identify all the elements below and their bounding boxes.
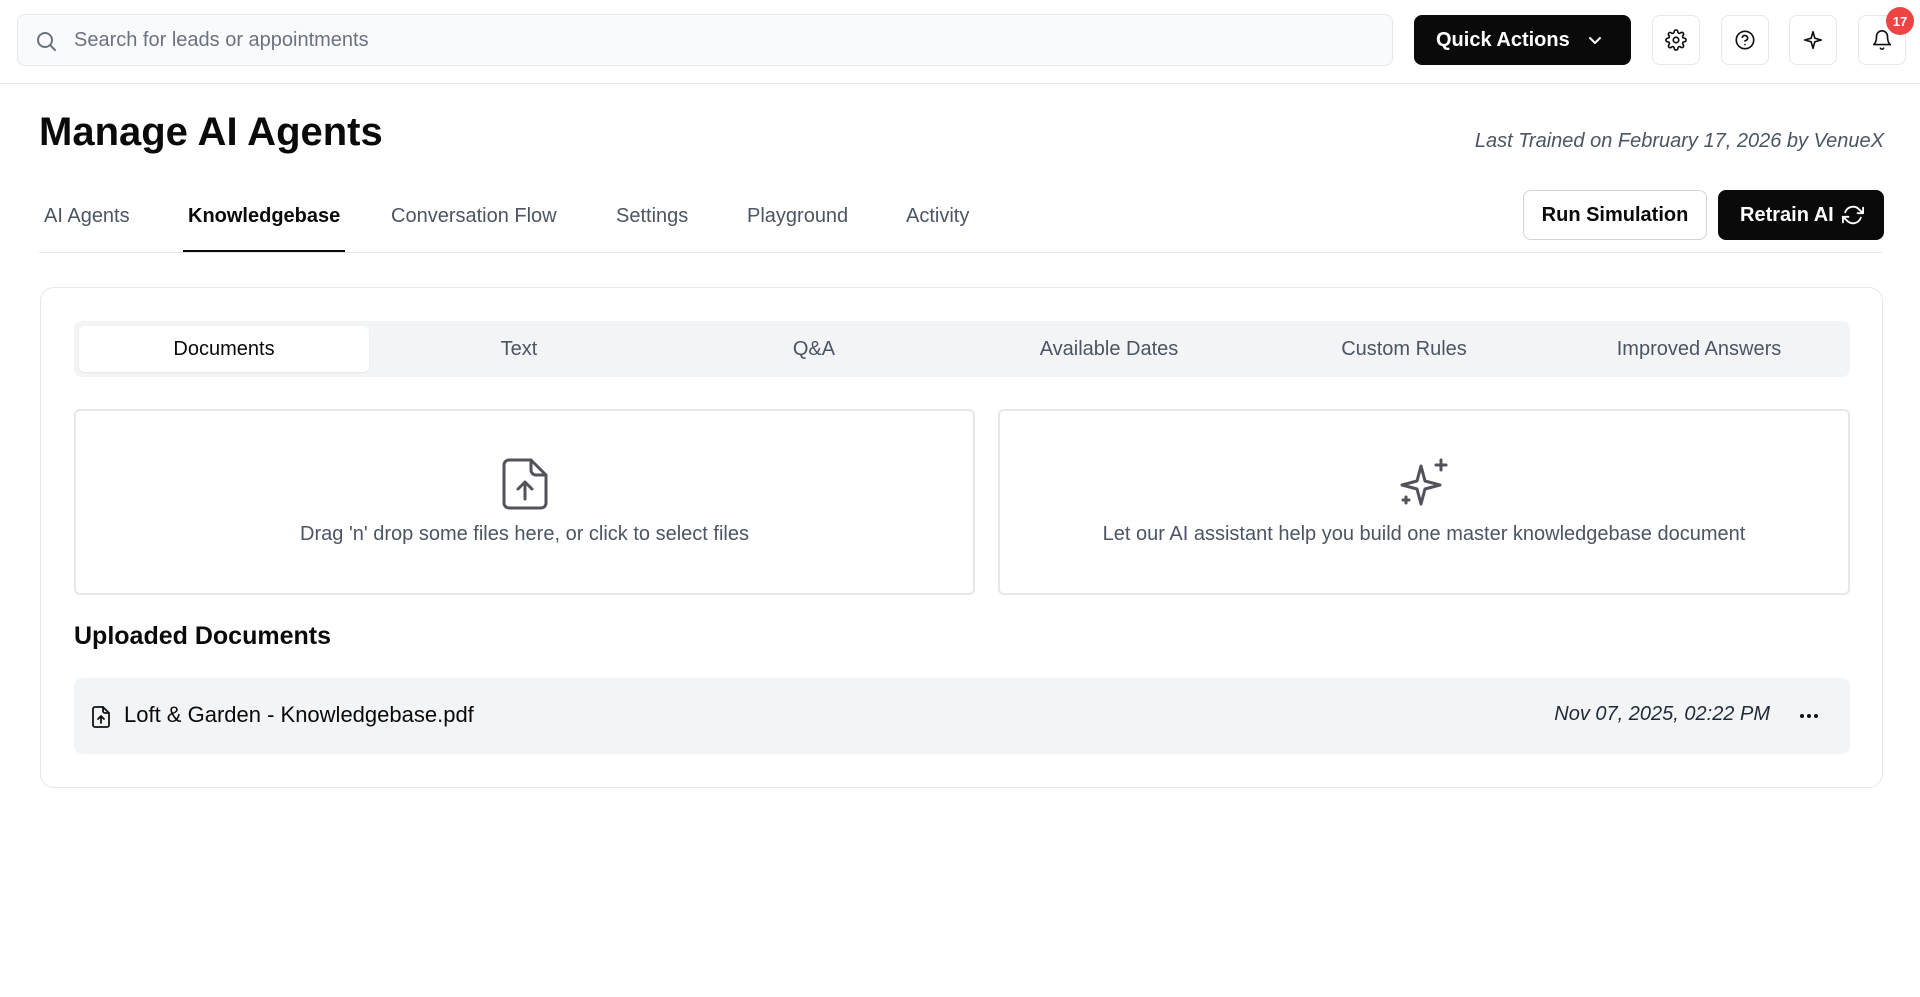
help-icon bbox=[1735, 30, 1755, 50]
tab-knowledgebase[interactable]: Knowledgebase bbox=[183, 205, 346, 253]
top-bar: Quick Actions 17 bbox=[0, 0, 1920, 84]
uploaded-documents-heading: Uploaded Documents bbox=[74, 622, 331, 650]
quick-actions-button[interactable]: Quick Actions bbox=[1414, 15, 1631, 65]
tab-playground[interactable]: Playground bbox=[742, 205, 853, 253]
file-upload-icon bbox=[92, 706, 110, 728]
sparkle-icon bbox=[1803, 30, 1823, 50]
tab-settings[interactable]: Settings bbox=[611, 205, 693, 253]
subtab-qa[interactable]: Q&A bbox=[669, 326, 959, 372]
refresh-icon bbox=[1842, 205, 1864, 225]
sparkles-icon bbox=[1400, 458, 1448, 506]
subtab-available-dates[interactable]: Available Dates bbox=[964, 326, 1254, 372]
document-name[interactable]: Loft & Garden - Knowledgebase.pdf bbox=[124, 702, 474, 728]
subtab-improved-answers[interactable]: Improved Answers bbox=[1554, 326, 1844, 372]
knowledgebase-subtabs: Documents Text Q&A Available Dates Custo… bbox=[74, 321, 1850, 377]
dropzone-text: Drag 'n' drop some files here, or click … bbox=[300, 523, 749, 545]
page-title: Manage AI Agents bbox=[39, 110, 383, 154]
bell-icon bbox=[1872, 30, 1892, 50]
gear-icon bbox=[1665, 29, 1687, 51]
tab-conversation-flow[interactable]: Conversation Flow bbox=[386, 205, 562, 253]
file-upload-icon bbox=[502, 458, 547, 510]
ai-build-text: Let our AI assistant help you build one … bbox=[1102, 523, 1746, 545]
notification-badge: 17 bbox=[1886, 7, 1914, 35]
ai-assistant-button[interactable] bbox=[1789, 15, 1837, 65]
more-options-button[interactable] bbox=[1794, 702, 1824, 730]
subtab-text[interactable]: Text bbox=[374, 326, 664, 372]
chevron-down-icon bbox=[1589, 37, 1601, 44]
retrain-ai-button[interactable]: Retrain AI bbox=[1718, 190, 1884, 240]
search-icon bbox=[37, 32, 56, 51]
document-row[interactable]: Loft & Garden - Knowledgebase.pdf Nov 07… bbox=[74, 678, 1850, 754]
retrain-ai-label: Retrain AI bbox=[1740, 203, 1834, 226]
search-input[interactable] bbox=[74, 15, 1374, 65]
subtab-custom-rules[interactable]: Custom Rules bbox=[1259, 326, 1549, 372]
file-dropzone[interactable]: Drag 'n' drop some files here, or click … bbox=[74, 409, 975, 595]
settings-button[interactable] bbox=[1652, 15, 1700, 65]
tab-activity[interactable]: Activity bbox=[901, 205, 974, 253]
subtab-documents[interactable]: Documents bbox=[79, 326, 369, 372]
last-trained-text: Last Trained on February 17, 2026 by Ven… bbox=[1474, 130, 1884, 152]
search-bar[interactable] bbox=[17, 14, 1393, 66]
tabs-divider bbox=[39, 252, 1882, 253]
quick-actions-label: Quick Actions bbox=[1436, 28, 1570, 51]
help-button[interactable] bbox=[1721, 15, 1769, 65]
ai-build-document-card[interactable]: Let our AI assistant help you build one … bbox=[998, 409, 1850, 595]
run-simulation-button[interactable]: Run Simulation bbox=[1523, 190, 1707, 240]
ellipsis-icon bbox=[1800, 714, 1818, 718]
tab-ai-agents[interactable]: AI Agents bbox=[39, 205, 135, 253]
document-date: Nov 07, 2025, 02:22 PM bbox=[1554, 703, 1770, 725]
knowledgebase-card: Documents Text Q&A Available Dates Custo… bbox=[40, 287, 1883, 788]
